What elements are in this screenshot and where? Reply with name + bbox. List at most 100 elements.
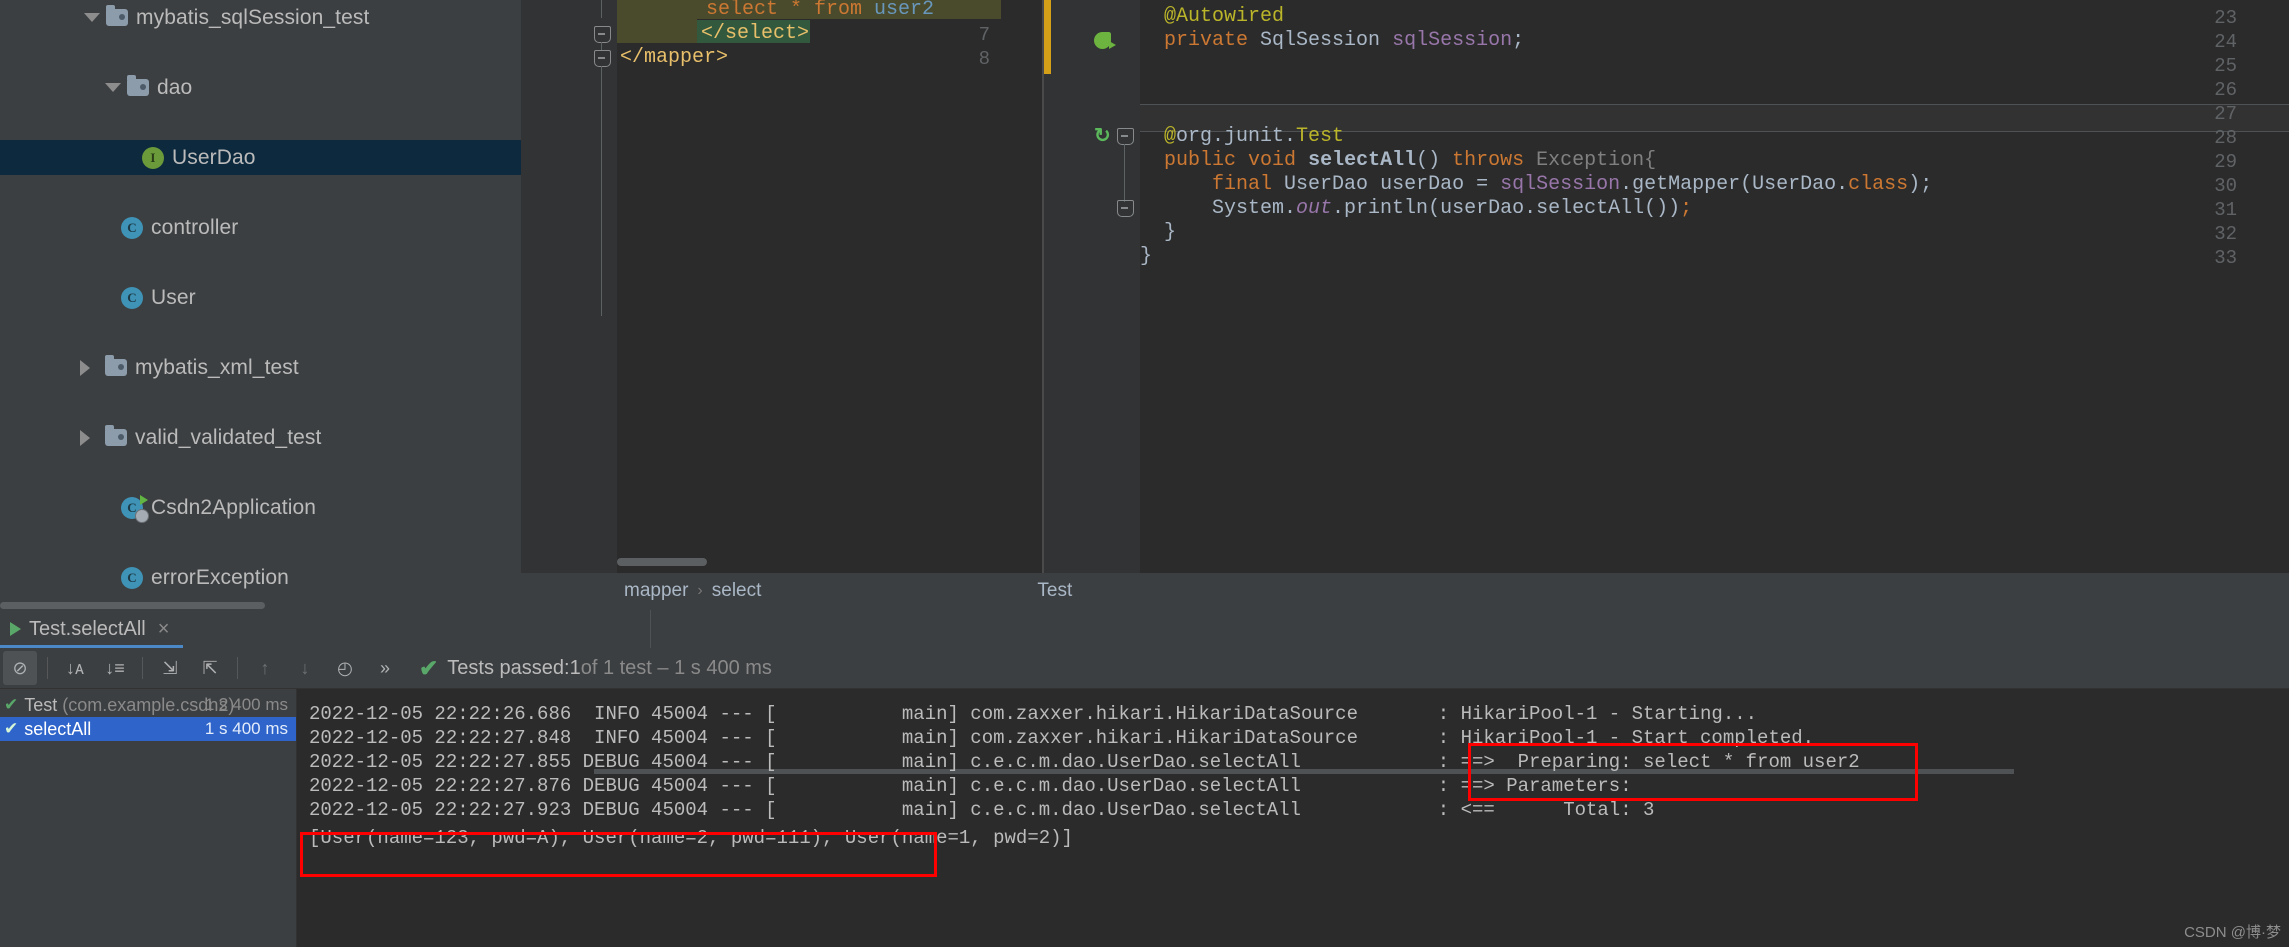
collapse-all-icon[interactable]: ⇱ <box>193 651 227 685</box>
keyword-class: class <box>1848 173 1909 196</box>
fold-guide <box>601 0 602 18</box>
chevron-right-icon[interactable] <box>80 429 90 446</box>
xml-gutter[interactable] <box>521 0 617 573</box>
code-line-field: private SqlSession sqlSession; <box>1164 29 1524 52</box>
breadcrumb-item-mapper[interactable]: mapper <box>621 580 691 602</box>
fold-toggle-mapper[interactable] <box>594 50 611 67</box>
tree-row[interactable]: mybatis_xml_test <box>0 350 521 385</box>
tab-test-selectall[interactable]: Test.selectAll × <box>0 610 184 648</box>
sql-select-keyword: select <box>706 0 779 21</box>
sort-by-duration-icon[interactable]: ↓≡ <box>98 651 132 685</box>
statement-semicolon: ; <box>1680 197 1693 220</box>
tree-row-userdao[interactable]: I UserDao <box>0 140 521 175</box>
annotation-autowired: @Autowired <box>1164 5 1285 28</box>
ide-window: mybatis_sqlSession_test dao I UserDao C … <box>0 0 2289 947</box>
tabs-divider <box>650 610 651 648</box>
folder-package-icon <box>105 425 127 446</box>
tests-passed-label: Tests passed: <box>447 656 570 679</box>
test-tree-row-class[interactable]: ✔ Test (com.example.csdn2) 1 s 400 ms <box>0 693 296 717</box>
test-results-tree[interactable]: ✔ Test (com.example.csdn2) 1 s 400 ms ✔ … <box>0 689 297 947</box>
line-number: 26 <box>2214 79 2237 101</box>
console-line: 2022-12-05 22:22:27.855 DEBUG 45004 --- … <box>309 751 1860 773</box>
call-println: .println(userDao.selectAll()) <box>1332 197 1681 220</box>
tree-item-label: Csdn2Application <box>151 495 317 519</box>
xml-editor-pane[interactable]: 6 7 8 select * from user2 </select> </ma… <box>521 0 1042 573</box>
test-tree-row-method[interactable]: ✔ selectAll 1 s 400 ms <box>0 717 296 741</box>
line-number: 31 <box>2214 199 2237 221</box>
run-tool-window: Test.selectAll × ⊘ ↓ᴀ ↓≡ ⇲ ⇱ ↑ ↓ ◴ » ✔ T… <box>0 610 2289 947</box>
run-triangle-icon <box>10 622 21 636</box>
semicolon: ; <box>1512 29 1525 52</box>
line-number: 29 <box>2214 151 2237 173</box>
console-line: 2022-12-05 22:22:26.686 INFO 45004 --- [… <box>309 703 1758 725</box>
code-line-autowired: @Autowired <box>1164 5 1284 28</box>
test-history-icon[interactable]: ◴ <box>328 651 362 685</box>
tree-row[interactable]: C User <box>0 280 521 315</box>
bean-gutter-icon[interactable] <box>1094 32 1116 52</box>
sort-alphabetically-icon[interactable]: ↓ᴀ <box>58 651 92 685</box>
code-line-method-signature: public void selectAll() throws Exception… <box>1164 149 1656 172</box>
tree-item-label: mybatis_xml_test <box>135 355 299 379</box>
project-tree-horizontal-scrollbar[interactable] <box>0 600 521 610</box>
chevron-down-icon[interactable] <box>84 13 100 22</box>
tree-row[interactable]: dao <box>0 70 521 105</box>
close-paren-semi: ); <box>1908 173 1933 196</box>
tree-row[interactable]: C errorException <box>0 560 521 595</box>
xml-editor-horizontal-scrollbar[interactable] <box>617 558 1037 566</box>
keyword-final: final <box>1212 173 1273 196</box>
expand-all-icon[interactable]: ⇲ <box>153 651 187 685</box>
breadcrumb-java[interactable]: Test <box>1034 580 1075 602</box>
tree-row[interactable]: C Csdn2Application <box>0 490 521 525</box>
tree-item-label: User <box>151 285 196 309</box>
chevron-down-icon[interactable] <box>105 83 121 92</box>
test-duration: 1 s 400 ms <box>204 719 288 738</box>
test-duration: 1 s 400 ms <box>204 695 288 714</box>
tree-item-label: UserDao <box>172 145 256 169</box>
breadcrumb-xml[interactable]: mapper › select <box>621 580 764 602</box>
console-line: 2022-12-05 22:22:27.923 DEBUG 45004 --- … <box>309 799 1655 821</box>
type-exception: Exception{ <box>1536 149 1657 172</box>
class-icon: C <box>121 216 143 239</box>
code-line-sql: select * from user2 <box>706 0 934 21</box>
keyword-void: void <box>1248 149 1297 172</box>
scrollbar-thumb[interactable] <box>0 602 265 609</box>
toolbar-separator <box>237 657 238 679</box>
keyword-throws: throws <box>1452 149 1525 172</box>
java-editor-pane[interactable]: 23 24 25 26 27 28 29 30 31 32 33 ↻ @Auto… <box>1044 0 2289 573</box>
tree-row[interactable]: valid_validated_test <box>0 420 521 455</box>
previous-failed-test-icon[interactable]: ↑ <box>248 651 282 685</box>
fold-toggle-method[interactable] <box>1117 128 1134 145</box>
fold-guide <box>1124 144 1125 202</box>
fold-toggle-method-end[interactable] <box>1117 200 1134 217</box>
line-number: 23 <box>2214 7 2237 29</box>
fold-toggle-select[interactable] <box>594 26 611 43</box>
tree-item-label: errorException <box>151 565 289 589</box>
watermark: CSDN @博·梦 <box>2184 924 2281 941</box>
sql-star: * <box>778 0 815 21</box>
line-number: 33 <box>2214 247 2237 269</box>
breadcrumb-item-select[interactable]: select <box>709 580 765 602</box>
close-icon[interactable]: × <box>158 618 170 641</box>
console-line: 2022-12-05 22:22:27.848 INFO 45004 --- [… <box>309 727 1815 749</box>
java-gutter[interactable] <box>1044 0 1140 573</box>
scrollbar-thumb[interactable] <box>617 558 707 566</box>
tool-window-tabs: Test.selectAll × <box>0 610 2289 648</box>
console-output[interactable]: 2022-12-05 22:22:26.686 INFO 45004 --- [… <box>297 689 2289 947</box>
breadcrumb-item-test[interactable]: Test <box>1034 580 1075 602</box>
chevron-right-icon[interactable] <box>80 359 90 376</box>
code-line-println: System.out.println(userDao.selectAll()); <box>1164 197 1692 220</box>
next-failed-test-icon[interactable]: ↓ <box>288 651 322 685</box>
editor-area: 6 7 8 select * from user2 </select> </ma… <box>521 0 2289 573</box>
toolbar-separator <box>47 657 48 679</box>
run-test-gutter-icon[interactable]: ↻ <box>1094 126 1114 148</box>
folder-package-icon <box>127 75 149 96</box>
tree-item-label: mybatis_sqlSession_test <box>136 5 370 29</box>
tree-row[interactable]: C controller <box>0 210 521 245</box>
field-sqlsession: sqlSession <box>1392 29 1513 52</box>
suppress-icon[interactable]: ⊘ <box>3 651 37 685</box>
project-tree-panel[interactable]: mybatis_sqlSession_test dao I UserDao C … <box>0 0 521 600</box>
tree-row[interactable]: mybatis_sqlSession_test <box>0 0 521 35</box>
more-options-icon[interactable]: » <box>368 651 402 685</box>
folder-package-icon <box>106 5 128 26</box>
method-parens: () <box>1416 149 1441 172</box>
